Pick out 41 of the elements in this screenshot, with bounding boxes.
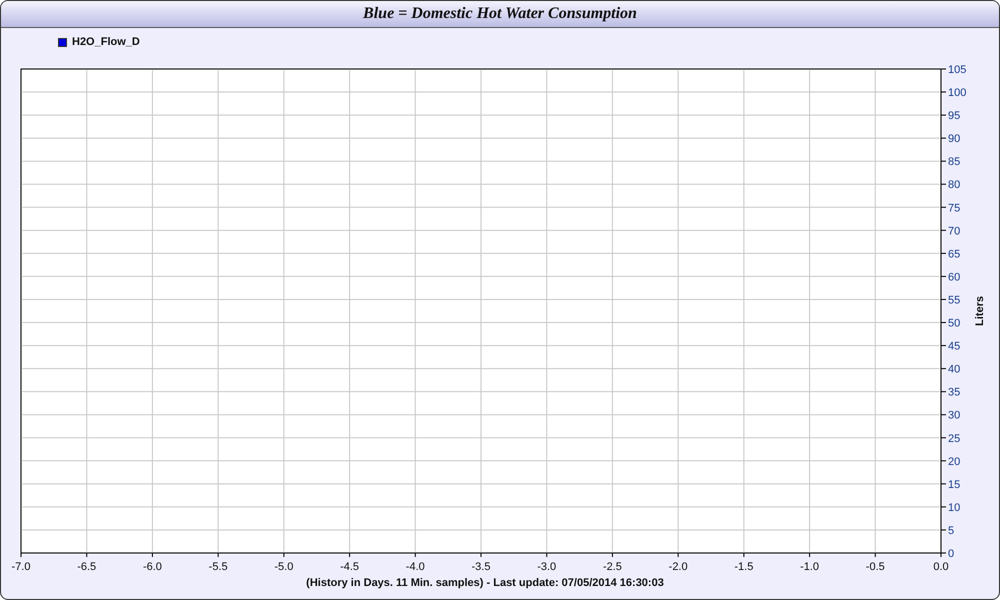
x-tick-label: -6.0: [142, 561, 162, 573]
y-tick-label: 5: [948, 524, 954, 537]
x-tick-label: -3.5: [472, 561, 490, 573]
x-tick-label: -2.0: [668, 561, 688, 573]
y-tick-label: 100: [948, 87, 966, 100]
y-tick-label: 95: [948, 110, 960, 122]
y-axis-label: Liters: [974, 296, 986, 326]
legend-label: H2O_Flow_D: [72, 36, 140, 48]
y-tick-label: 75: [948, 202, 960, 214]
y-tick-label: 30: [948, 410, 960, 422]
y-tick-label: 50: [948, 318, 960, 330]
x-tick-label: -1.5: [734, 561, 754, 573]
y-tick-label: 70: [948, 225, 960, 238]
y-tick-label: 10: [948, 502, 960, 514]
x-tick-label: -1.0: [800, 561, 820, 573]
x-tick-label: 0.0: [933, 561, 949, 573]
x-tick-label: -3.0: [537, 561, 556, 573]
x-tick-label: -7.0: [12, 561, 30, 573]
y-tick-label: 90: [948, 133, 960, 146]
y-tick-label: 0: [948, 548, 954, 560]
y-tick-label: 40: [948, 364, 960, 376]
x-tick-label: -5.0: [274, 561, 294, 573]
x-tick-label: -4.0: [406, 561, 425, 573]
y-tick-label: 65: [948, 248, 960, 260]
y-tick-label: 15: [948, 478, 960, 491]
y-tick-label: 55: [948, 294, 960, 306]
x-axis-label: (History in Days. 11 Min. samples) - Last update: 07/05/2014 16:30:03: [306, 577, 664, 589]
y-tick-label: 105: [948, 64, 966, 76]
y-tick-label: 35: [948, 386, 960, 399]
y-tick-label: 80: [948, 179, 960, 192]
x-tick-label: -4.5: [340, 561, 360, 573]
y-tick-label: 20: [948, 456, 960, 468]
y-tick-label: 25: [948, 432, 960, 445]
chart-title: Blue = Domestic Hot Water Consumption: [363, 5, 637, 23]
x-tick-label: -6.5: [77, 561, 96, 573]
x-tick-label: -5.5: [208, 561, 228, 573]
y-tick-label: 85: [948, 156, 960, 168]
x-tick-label: -2.5: [602, 561, 622, 573]
y-tick-label: 60: [948, 271, 960, 284]
x-tick-label: -0.5: [866, 561, 885, 573]
y-tick-label: 45: [948, 340, 960, 353]
